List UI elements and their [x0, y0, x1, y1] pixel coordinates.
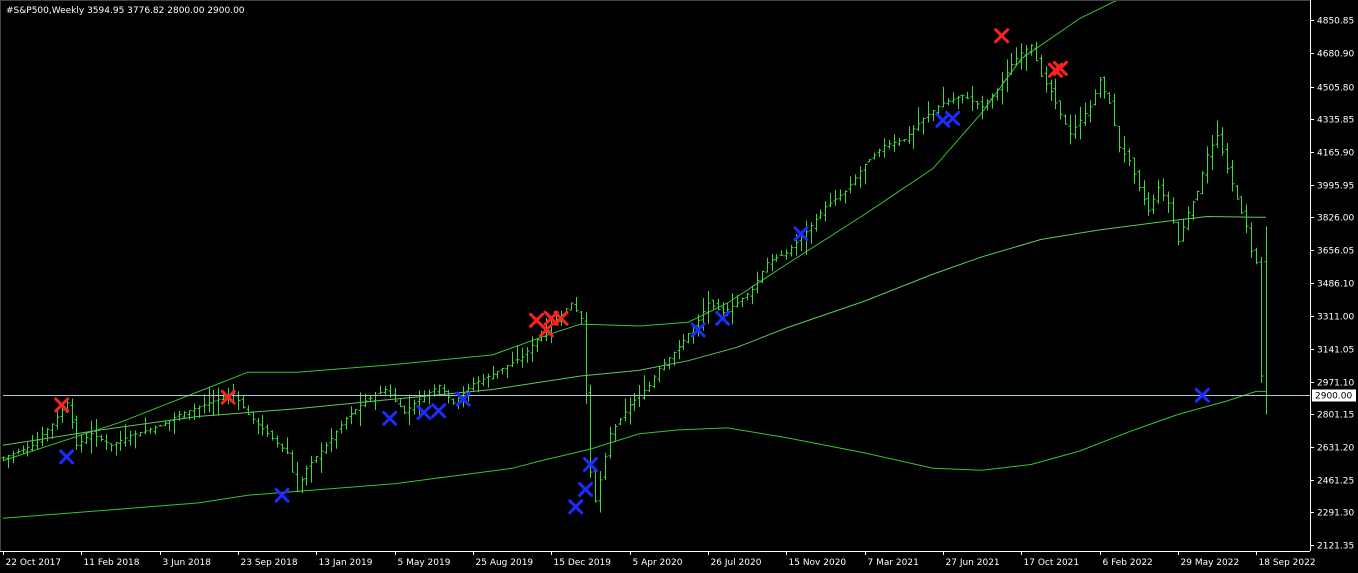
x-tick-label: 22 Oct 2017	[6, 558, 62, 568]
y-tick-label: 4850.85	[1317, 17, 1354, 27]
chart-title: #S&P500,Weekly 3594.95 3776.82 2800.00 2…	[6, 6, 245, 16]
y-tick-label: 4505.80	[1317, 84, 1354, 94]
y-tick-label: 3995.95	[1317, 182, 1354, 192]
x-tick-label: 5 May 2019	[398, 558, 451, 568]
x-tick-label: 6 Feb 2022	[1103, 558, 1153, 568]
y-tick-label: 3656.05	[1317, 247, 1354, 257]
x-tick-label: 5 Apr 2020	[633, 558, 683, 568]
y-tick-label: 2461.25	[1317, 477, 1354, 487]
y-tick-label: 3311.00	[1317, 313, 1354, 323]
chart-background	[0, 0, 1358, 573]
x-tick-label: 27 Jun 2021	[946, 558, 1000, 568]
x-tick-label: 29 May 2022	[1181, 558, 1240, 568]
y-tick-label: 3826.00	[1317, 214, 1354, 224]
y-tick-label: 4680.90	[1317, 50, 1354, 60]
x-tick-label: 25 Aug 2019	[476, 558, 534, 568]
y-tick-label: 2971.10	[1317, 379, 1354, 389]
y-tick-label: 3486.10	[1317, 280, 1354, 290]
y-tick-label: 2121.35	[1317, 542, 1354, 552]
current-price-label: 2900.00	[1315, 392, 1352, 402]
x-tick-label: 17 Oct 2021	[1024, 558, 1080, 568]
y-tick-label: 2631.20	[1317, 444, 1354, 454]
x-tick-label: 26 Jul 2020	[711, 558, 762, 568]
x-tick-label: 15 Nov 2020	[789, 558, 847, 568]
price-chart[interactable]: #S&P500,Weekly 3594.95 3776.82 2800.00 2…	[0, 0, 1358, 573]
y-tick-label: 4165.90	[1317, 149, 1354, 159]
y-tick-label: 3141.05	[1317, 346, 1354, 356]
y-tick-label: 4335.85	[1317, 116, 1354, 126]
x-tick-label: 3 Jun 2018	[163, 558, 212, 568]
y-tick-label: 2291.30	[1317, 509, 1354, 519]
x-tick-label: 18 Sep 2022	[1259, 558, 1316, 568]
x-tick-label: 7 Mar 2021	[868, 558, 919, 568]
x-tick-label: 15 Dec 2019	[554, 558, 612, 568]
y-tick-label: 2801.15	[1317, 411, 1354, 421]
x-tick-label: 11 Feb 2018	[84, 558, 140, 568]
x-tick-label: 23 Sep 2018	[241, 558, 298, 568]
x-tick-label: 13 Jan 2019	[319, 558, 373, 568]
